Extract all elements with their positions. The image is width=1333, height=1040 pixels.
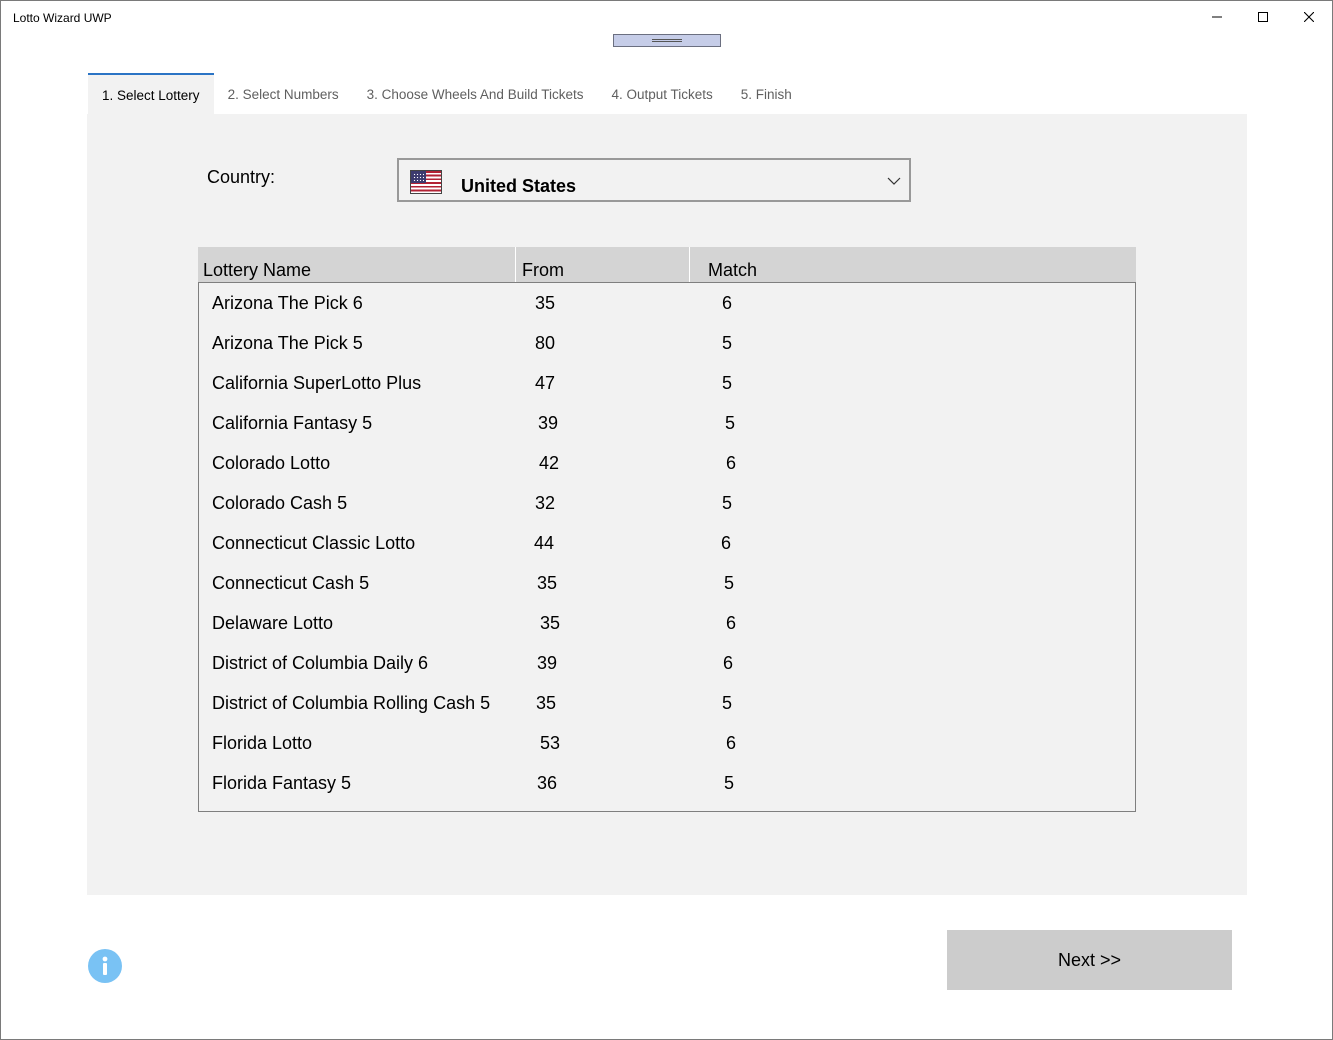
cell-lottery-name: Arizona The Pick 6 [212,293,363,313]
grid-body[interactable]: Arizona The Pick 6 35 6 Arizona The Pick… [198,282,1136,812]
cell-lottery-name: Colorado Lotto [212,453,331,473]
cell-lottery-name: District of Columbia Rolling Cash 5 [212,693,491,713]
minimize-button[interactable] [1194,1,1240,33]
cell-lottery-name: Colorado Cash 5 [212,493,348,513]
table-row[interactable]: Florida Lotto 53 6 [199,723,1135,763]
wizard-tabs: 1. Select Lottery 2. Select Numbers 3. C… [88,73,806,115]
cell-lottery-name: Connecticut Classic Lotto [212,533,416,553]
tab-finish[interactable]: 5. Finish [727,73,806,115]
cell-from: 39 [537,653,558,673]
table-row[interactable]: California SuperLotto Plus 47 5 [199,363,1135,403]
cell-from: 42 [539,453,560,473]
info-button[interactable] [88,949,122,983]
table-row[interactable]: District of Columbia Rolling Cash 5 35 5 [199,683,1135,723]
table-row[interactable]: Connecticut Cash 5 35 5 [199,563,1135,603]
cell-lottery-name: California SuperLotto Plus [212,373,422,393]
column-header-from[interactable]: From [516,247,690,282]
next-button[interactable]: Next >> [947,930,1232,990]
cell-match: 6 [726,613,737,633]
cell-match: 5 [722,693,733,713]
grip-icon [652,39,682,42]
column-header-match[interactable]: Match [690,247,1136,282]
cell-lottery-name: District of Columbia Daily 6 [212,653,429,673]
table-row[interactable]: Arizona The Pick 6 35 6 [199,283,1135,323]
cell-match: 6 [721,533,732,553]
drag-handle[interactable] [613,34,721,47]
cell-from: 35 [537,573,558,593]
table-row[interactable]: District of Columbia Daily 6 39 6 [199,643,1135,683]
close-button[interactable] [1286,1,1332,33]
table-row[interactable]: California Fantasy 5 39 5 [199,403,1135,443]
cell-from: 32 [535,493,556,513]
table-row[interactable]: Florida Fantasy 5 36 5 [199,763,1135,803]
info-icon [102,956,108,975]
table-row[interactable]: Colorado Lotto 42 6 [199,443,1135,483]
cell-match: 6 [726,733,737,753]
tab-output-tickets[interactable]: 4. Output Tickets [597,73,726,115]
cell-match: 5 [724,773,735,793]
maximize-button[interactable] [1240,1,1286,33]
cell-from: 35 [535,293,556,313]
maximize-icon [1258,12,1268,22]
close-icon [1304,12,1314,22]
tab-select-numbers[interactable]: 2. Select Numbers [214,73,353,115]
flag-canton [411,171,426,183]
table-row[interactable]: Colorado Cash 5 32 5 [199,483,1135,523]
cell-from: 35 [536,693,557,713]
country-selected-value: United States [461,176,577,196]
cell-lottery-name: California Fantasy 5 [212,413,373,433]
window-title: Lotto Wizard UWP [13,11,112,25]
country-label: Country: [207,167,276,187]
cell-match: 5 [722,333,733,353]
cell-match: 5 [725,413,736,433]
column-header-lottery-name[interactable]: Lottery Name [198,247,516,282]
cell-from: 39 [538,413,559,433]
tab-choose-wheels[interactable]: 3. Choose Wheels And Build Tickets [353,73,598,115]
cell-match: 5 [724,573,735,593]
cell-match: 6 [723,653,734,673]
us-flag-icon [410,170,442,194]
cell-from: 47 [535,373,556,393]
cell-match: 5 [722,493,733,513]
cell-from: 53 [540,733,561,753]
cell-lottery-name: Florida Fantasy 5 [212,773,352,793]
tab-select-lottery[interactable]: 1. Select Lottery [88,73,214,115]
cell-from: 36 [537,773,558,793]
cell-lottery-name: Connecticut Cash 5 [212,573,370,593]
grid-header: Lottery Name From Match [198,247,1136,282]
table-row[interactable]: Arizona The Pick 5 80 5 [199,323,1135,363]
cell-lottery-name: Florida Lotto [212,733,313,753]
title-bar[interactable]: Lotto Wizard UWP [1,1,1332,35]
table-row[interactable]: Delaware Lotto 35 6 [199,603,1135,643]
cell-lottery-name: Delaware Lotto [212,613,334,633]
cell-match: 6 [722,293,733,313]
cell-match: 6 [726,453,737,473]
cell-lottery-name: Arizona The Pick 5 [212,333,363,353]
cell-from: 80 [535,333,556,353]
lottery-grid: Lottery Name From Match Arizona The Pick… [198,247,1136,812]
minimize-icon [1212,16,1222,18]
cell-match: 5 [722,373,733,393]
app-window: Lotto Wizard UWP 1. Select Lottery 2. Se… [0,0,1333,1040]
table-row[interactable]: Connecticut Classic Lotto 44 6 [199,523,1135,563]
country-dropdown[interactable]: United States [397,158,911,202]
cell-from: 44 [534,533,555,553]
cell-from: 35 [540,613,561,633]
chevron-down-icon [887,177,901,185]
